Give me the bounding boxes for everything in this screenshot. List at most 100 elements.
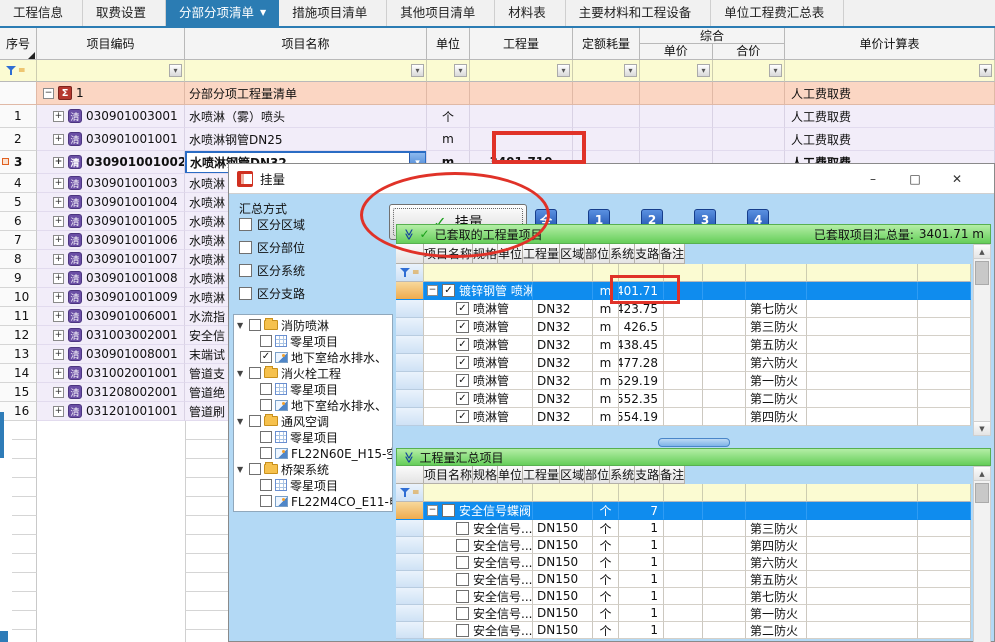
checkbox[interactable] bbox=[456, 302, 469, 315]
checkbox[interactable] bbox=[239, 218, 252, 231]
checkbox[interactable] bbox=[249, 319, 261, 331]
filter-cell-qty[interactable] bbox=[470, 60, 573, 82]
expand-icon[interactable] bbox=[53, 111, 64, 122]
scroll-down-icon[interactable]: ▼ bbox=[974, 421, 990, 435]
column-header[interactable]: 部位 bbox=[585, 466, 610, 484]
splitter-thumb[interactable] bbox=[658, 438, 730, 447]
caught-row[interactable]: 喷淋管 DN32 m 552.35 第二防火 bbox=[396, 390, 971, 408]
filter-cell-quota[interactable] bbox=[573, 60, 640, 82]
checkbox[interactable] bbox=[260, 447, 272, 459]
column-header[interactable]: 单位 bbox=[498, 466, 523, 484]
tab[interactable]: 材料表 bbox=[495, 0, 566, 26]
summary-scrollbar[interactable]: ▲ bbox=[973, 466, 991, 642]
scroll-thumb[interactable] bbox=[975, 261, 989, 285]
summary-row[interactable]: 安全信号... DN150 个 1 第六防火 bbox=[396, 554, 971, 571]
tree-item[interactable]: ▼ FL22M4CO_E11-电子 bbox=[234, 493, 392, 509]
col-header-unit-price[interactable]: 单价 bbox=[640, 44, 713, 59]
tree-item[interactable]: ▼ 桥架系统 bbox=[234, 461, 392, 477]
table-row[interactable]: 1 030901003001 水喷淋（雾）喷头 个 人工费取费 bbox=[0, 105, 995, 128]
checkbox[interactable] bbox=[456, 374, 469, 387]
caught-row[interactable]: 喷淋管 DN32 m 554.19 第四防火 bbox=[396, 408, 971, 426]
filter-cell-unit[interactable] bbox=[427, 60, 470, 82]
caught-row[interactable]: 喷淋管 DN32 m 477.28 第六防火 bbox=[396, 354, 971, 372]
splitter[interactable] bbox=[396, 436, 991, 448]
column-header[interactable]: 规格 bbox=[473, 466, 498, 484]
checkbox[interactable] bbox=[456, 522, 469, 535]
dialog-title-bar[interactable]: 挂量 – □ ✕ bbox=[229, 164, 994, 194]
checkbox[interactable] bbox=[442, 504, 455, 517]
tree-item[interactable]: ▼ 零星项目 bbox=[234, 477, 392, 493]
column-header[interactable]: 项目名称 bbox=[424, 244, 473, 264]
checkbox[interactable] bbox=[249, 463, 261, 475]
filter-cell-total-price[interactable] bbox=[713, 60, 785, 82]
column-header[interactable]: 规格 bbox=[473, 244, 498, 264]
expand-icon[interactable] bbox=[53, 330, 64, 341]
checkbox[interactable] bbox=[239, 241, 252, 254]
scroll-up-icon[interactable]: ▲ bbox=[974, 467, 990, 481]
checkbox[interactable] bbox=[260, 495, 272, 507]
tab[interactable]: 其他项目清单 bbox=[387, 0, 495, 26]
expand-icon[interactable] bbox=[53, 273, 64, 284]
filter-dropdown-icon[interactable] bbox=[697, 64, 710, 77]
expand-icon[interactable] bbox=[53, 178, 64, 189]
summary-row[interactable]: 安全信号... DN150 个 1 第一防火 bbox=[396, 605, 971, 622]
expand-icon[interactable] bbox=[53, 368, 64, 379]
expand-icon[interactable] bbox=[53, 292, 64, 303]
caught-parent-row[interactable]: 镀锌钢管 喷淋管 DN32 m 3401.71 bbox=[396, 282, 971, 300]
tab[interactable]: 取费设置 bbox=[83, 0, 166, 26]
checkbox[interactable] bbox=[456, 410, 469, 423]
maximize-button[interactable]: □ bbox=[900, 168, 930, 190]
column-header[interactable]: 支路 bbox=[635, 244, 660, 264]
tree-item[interactable]: ▼ 零星项目 bbox=[234, 381, 392, 397]
tree-item[interactable]: ▼ 地下室给水排水、 bbox=[234, 397, 392, 413]
tree-item[interactable]: ▼ 消火栓工程 bbox=[234, 365, 392, 381]
checkbox[interactable] bbox=[260, 351, 272, 363]
column-header[interactable]: 区域 bbox=[560, 466, 585, 484]
column-header[interactable]: 工程量 bbox=[523, 244, 560, 264]
column-header[interactable]: 部位 bbox=[585, 244, 610, 264]
caught-row[interactable]: 喷淋管 DN32 m 423.75 第七防火 bbox=[396, 300, 971, 318]
expand-icon[interactable] bbox=[53, 216, 64, 227]
collapse-icon[interactable] bbox=[43, 88, 54, 99]
tab[interactable]: 主要材料和工程设备 bbox=[566, 0, 712, 26]
table-row[interactable]: 2 030901001001 水喷淋钢管DN25 m 人工费取费 bbox=[0, 128, 995, 151]
tree-item[interactable]: ▼ 零星项目 bbox=[234, 429, 392, 445]
close-button[interactable]: ✕ bbox=[942, 168, 972, 190]
expand-icon[interactable] bbox=[53, 254, 64, 265]
caught-row[interactable]: 喷淋管 DN32 m 426.5 第三防火 bbox=[396, 318, 971, 336]
expand-icon[interactable] bbox=[53, 387, 64, 398]
checkbox[interactable] bbox=[442, 284, 455, 297]
col-header-name[interactable]: 项目名称 bbox=[185, 28, 427, 60]
filter-dropdown-icon[interactable] bbox=[979, 64, 992, 77]
checkbox[interactable] bbox=[456, 338, 469, 351]
summary-row[interactable]: 安全信号... DN150 个 1 第五防火 bbox=[396, 571, 971, 588]
tree-item[interactable]: ▼ 零星项目 bbox=[234, 333, 392, 349]
column-header[interactable]: 备注 bbox=[660, 466, 685, 484]
checkbox[interactable] bbox=[456, 607, 469, 620]
column-header[interactable]: 工程量 bbox=[523, 466, 560, 484]
filter-dropdown-icon[interactable] bbox=[624, 64, 637, 77]
checkbox[interactable] bbox=[260, 399, 272, 411]
tree-item[interactable]: ▼ 地下室给水排水、 bbox=[234, 349, 392, 365]
tab[interactable]: 工程信息 bbox=[0, 0, 83, 26]
col-header-calc[interactable]: 单价计算表 bbox=[785, 28, 995, 60]
checkbox[interactable] bbox=[456, 539, 469, 552]
summary-section-header[interactable]: 工程量汇总项目 bbox=[396, 448, 991, 466]
chevron-down-icon[interactable]: ▼ bbox=[237, 321, 246, 330]
tree-item[interactable]: ▼ 消防喷淋 bbox=[234, 317, 392, 333]
checkbox[interactable] bbox=[456, 356, 469, 369]
col-header-total-price[interactable]: 合价 bbox=[713, 44, 785, 59]
tab[interactable]: 措施项目清单 bbox=[279, 0, 387, 26]
column-header[interactable]: 区域 bbox=[560, 244, 585, 264]
expand-icon[interactable] bbox=[53, 197, 64, 208]
chevron-down-icon[interactable]: ▼ bbox=[237, 369, 246, 378]
checkbox[interactable] bbox=[260, 383, 272, 395]
collapse-icon[interactable] bbox=[427, 505, 438, 516]
tab[interactable]: 单位工程费汇总表 bbox=[711, 0, 844, 26]
filter-dropdown-icon[interactable] bbox=[454, 64, 467, 77]
checkbox[interactable] bbox=[456, 624, 469, 637]
expand-icon[interactable] bbox=[53, 349, 64, 360]
checkbox[interactable] bbox=[456, 556, 469, 569]
column-header[interactable]: 备注 bbox=[660, 244, 685, 264]
checkbox[interactable] bbox=[260, 479, 272, 491]
